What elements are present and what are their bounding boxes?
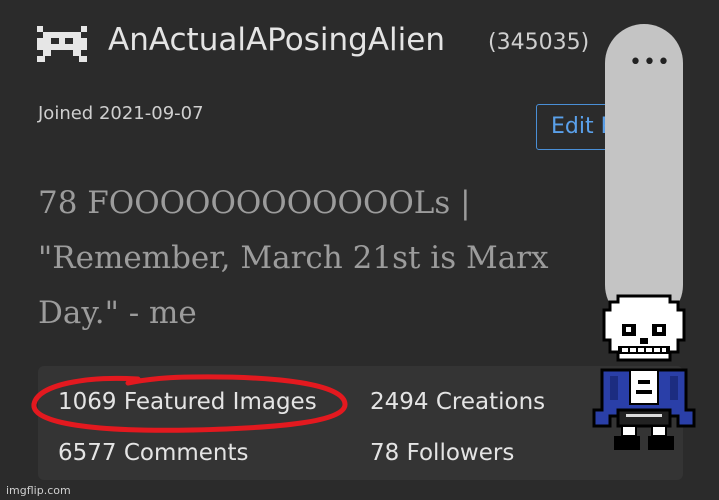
user-id: (345035)	[488, 30, 590, 55]
creations-link[interactable]: 2494 Creations	[370, 389, 545, 415]
comments-link[interactable]: 6577 Comments	[58, 440, 249, 466]
more-horizontal-icon[interactable]: •••	[629, 52, 671, 74]
sans-skeleton-sprite-icon	[592, 294, 696, 450]
bio-line: "Remember, March 21st is Marx	[38, 240, 549, 276]
bio-line: 78 FOOOOOOOOOOOOLs |	[38, 185, 471, 221]
imgflip-watermark: imgflip.com	[6, 484, 71, 497]
followers-link[interactable]: 78 Followers	[370, 440, 514, 466]
featured-images-link[interactable]: 1069 Featured Images	[58, 389, 317, 415]
joined-date: Joined 2021-09-07	[38, 103, 204, 124]
username: AnActualAPosingAlien	[108, 22, 445, 58]
bio-line: Day." - me	[38, 295, 197, 331]
space-invader-icon[interactable]	[37, 26, 87, 62]
profile-bio: 78 FOOOOOOOOOOOOLs | "Remember, March 21…	[38, 176, 638, 346]
